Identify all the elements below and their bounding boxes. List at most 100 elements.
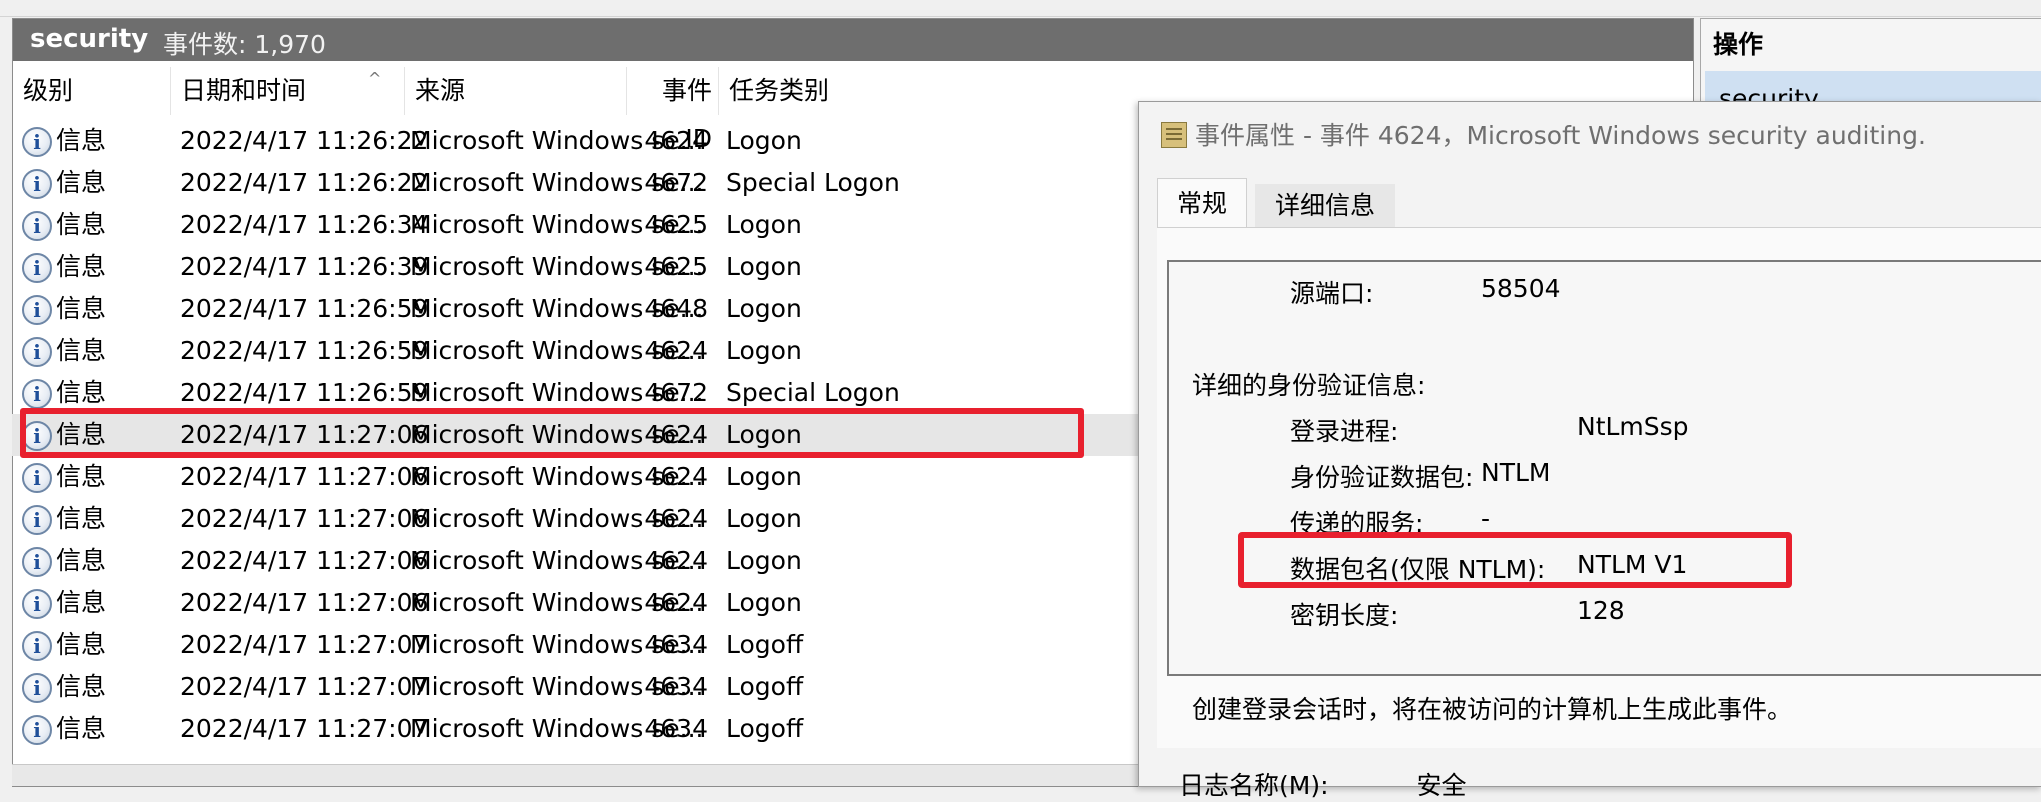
table-row[interactable]: i 信息 2022/4/17 11:27:06 Microsoft Windows s…: [12, 540, 1138, 582]
task-category-cell: Special Logon: [726, 168, 900, 197]
task-category-cell: Logon: [726, 294, 802, 323]
task-category-cell: Logon: [726, 462, 802, 491]
horizontal-scrollbar[interactable]: [12, 764, 1142, 786]
level-text: 信息: [56, 462, 107, 491]
event-id-cell: 4634: [644, 672, 708, 701]
auth-section-heading: 详细的身份验证信息:: [1192, 371, 1426, 400]
transited-services-value: -: [1481, 504, 1491, 533]
level-cell: i 信息: [22, 624, 106, 666]
info-icon: i: [22, 463, 52, 493]
logon-process-label: 登录进程:: [1290, 417, 1399, 446]
level-cell: i 信息: [22, 666, 106, 708]
task-category-cell: Logon: [726, 546, 802, 575]
info-icon: i: [22, 211, 52, 241]
datetime-cell: 2022/4/17 11:26:22: [180, 126, 429, 155]
package-name-highlight: [1238, 532, 1792, 588]
level-text: 信息: [56, 252, 107, 281]
table-row[interactable]: i 信息 2022/4/17 11:26:59 Microsoft Windows s…: [12, 288, 1138, 330]
level-text: 信息: [56, 378, 107, 407]
logon-process-value: NtLmSsp: [1577, 412, 1689, 441]
level-cell: i 信息: [22, 456, 106, 498]
auth-package-value: NTLM: [1481, 458, 1551, 487]
table-row[interactable]: i 信息 2022/4/17 11:27:07 Microsoft Windows s…: [12, 666, 1138, 708]
table-row[interactable]: i 信息 2022/4/17 11:27:06 Microsoft Windows s…: [12, 456, 1138, 498]
info-icon: i: [22, 295, 52, 325]
level-text: 信息: [56, 714, 107, 743]
event-id-cell: 4625: [644, 210, 708, 239]
info-icon: i: [22, 631, 52, 661]
level-text: 信息: [56, 336, 107, 365]
info-icon: i: [22, 253, 52, 283]
level-text: 信息: [56, 546, 107, 575]
actions-title: 操作: [1713, 30, 1764, 59]
column-header-level[interactable]: 级别: [13, 67, 171, 115]
log-header: security 事件数: 1,970: [13, 19, 1693, 61]
column-header-event-id[interactable]: 事件 ID: [627, 67, 719, 153]
info-icon: i: [22, 673, 52, 703]
dialog-title: 事件属性 - 事件 4624，Microsoft Windows securit…: [1195, 121, 1926, 150]
datetime-cell: 2022/4/17 11:27:06: [180, 504, 429, 533]
window-top-strip: [0, 0, 2041, 17]
task-category-cell: Logoff: [726, 672, 804, 701]
event-id-cell: 4624: [644, 588, 708, 617]
level-text: 信息: [56, 588, 107, 617]
level-cell: i 信息: [22, 330, 106, 372]
task-category-cell: Logon: [726, 210, 802, 239]
datetime-cell: 2022/4/17 11:26:22: [180, 168, 429, 197]
datetime-cell: 2022/4/17 11:27:07: [180, 672, 429, 701]
event-id-cell: 4624: [644, 546, 708, 575]
key-length-label: 密钥长度:: [1290, 601, 1399, 630]
info-icon: i: [22, 715, 52, 745]
level-cell: i 信息: [22, 708, 106, 750]
event-id-cell: 4672: [644, 168, 708, 197]
datetime-cell: 2022/4/17 11:27:07: [180, 714, 429, 743]
event-id-cell: 4624: [644, 126, 708, 155]
table-row[interactable]: i 信息 2022/4/17 11:27:06 Microsoft Windows s…: [12, 498, 1138, 540]
level-text: 信息: [56, 168, 107, 197]
tab-details[interactable]: 详细信息: [1255, 184, 1395, 228]
task-category-cell: Logoff: [726, 630, 804, 659]
event-id-cell: 4625: [644, 252, 708, 281]
level-text: 信息: [56, 294, 107, 323]
sort-ascending-icon: ^: [368, 69, 382, 88]
log-name-field-value: 安全: [1416, 771, 1467, 800]
level-cell: i 信息: [22, 498, 106, 540]
event-id-cell: 4634: [644, 630, 708, 659]
datetime-cell: 2022/4/17 11:27:06: [180, 546, 429, 575]
table-row[interactable]: i 信息 2022/4/17 11:27:06 Microsoft Windows s…: [12, 582, 1138, 624]
source-port-value: 58504: [1481, 274, 1561, 303]
info-icon: i: [22, 547, 52, 577]
event-id-cell: 4634: [644, 714, 708, 743]
level-text: 信息: [56, 630, 107, 659]
table-row[interactable]: i 信息 2022/4/17 11:26:59 Microsoft Windows s…: [12, 330, 1138, 372]
event-id-cell: 4624: [644, 462, 708, 491]
column-header-source[interactable]: 来源: [405, 67, 627, 115]
event-count: 事件数: 1,970: [163, 30, 326, 59]
table-row[interactable]: i 信息 2022/4/17 11:26:22 Microsoft Windows s…: [12, 162, 1138, 204]
level-text: 信息: [56, 210, 107, 239]
level-cell: i 信息: [22, 246, 106, 288]
event-id-cell: 4624: [644, 336, 708, 365]
info-icon: i: [22, 337, 52, 367]
datetime-cell: 2022/4/17 11:27:06: [180, 462, 429, 491]
table-row[interactable]: i 信息 2022/4/17 11:27:07 Microsoft Windows s…: [12, 624, 1138, 666]
table-row[interactable]: i 信息 2022/4/17 11:26:34 Microsoft Windows s…: [12, 204, 1138, 246]
info-icon: i: [22, 379, 52, 409]
table-row[interactable]: i 信息 2022/4/17 11:26:39 Microsoft Windows s…: [12, 246, 1138, 288]
event-properties-icon: [1161, 122, 1187, 148]
table-row[interactable]: i 信息 2022/4/17 11:26:22 Microsoft Windows s…: [12, 120, 1138, 162]
level-text: 信息: [56, 504, 107, 533]
event-id-cell: 4624: [644, 504, 708, 533]
datetime-cell: 2022/4/17 11:27:06: [180, 588, 429, 617]
key-length-value: 128: [1577, 596, 1625, 625]
level-text: 信息: [56, 126, 107, 155]
info-icon: i: [22, 589, 52, 619]
tab-general[interactable]: 常规: [1157, 178, 1247, 229]
event-id-cell: 4648: [644, 294, 708, 323]
info-icon: i: [22, 505, 52, 535]
level-cell: i 信息: [22, 120, 106, 162]
table-row[interactable]: i 信息 2022/4/17 11:27:07 Microsoft Windows s…: [12, 708, 1138, 750]
level-cell: i 信息: [22, 582, 106, 624]
task-category-cell: Logoff: [726, 714, 804, 743]
log-name-label: 日志名称(M): 安全: [1179, 766, 1466, 802]
